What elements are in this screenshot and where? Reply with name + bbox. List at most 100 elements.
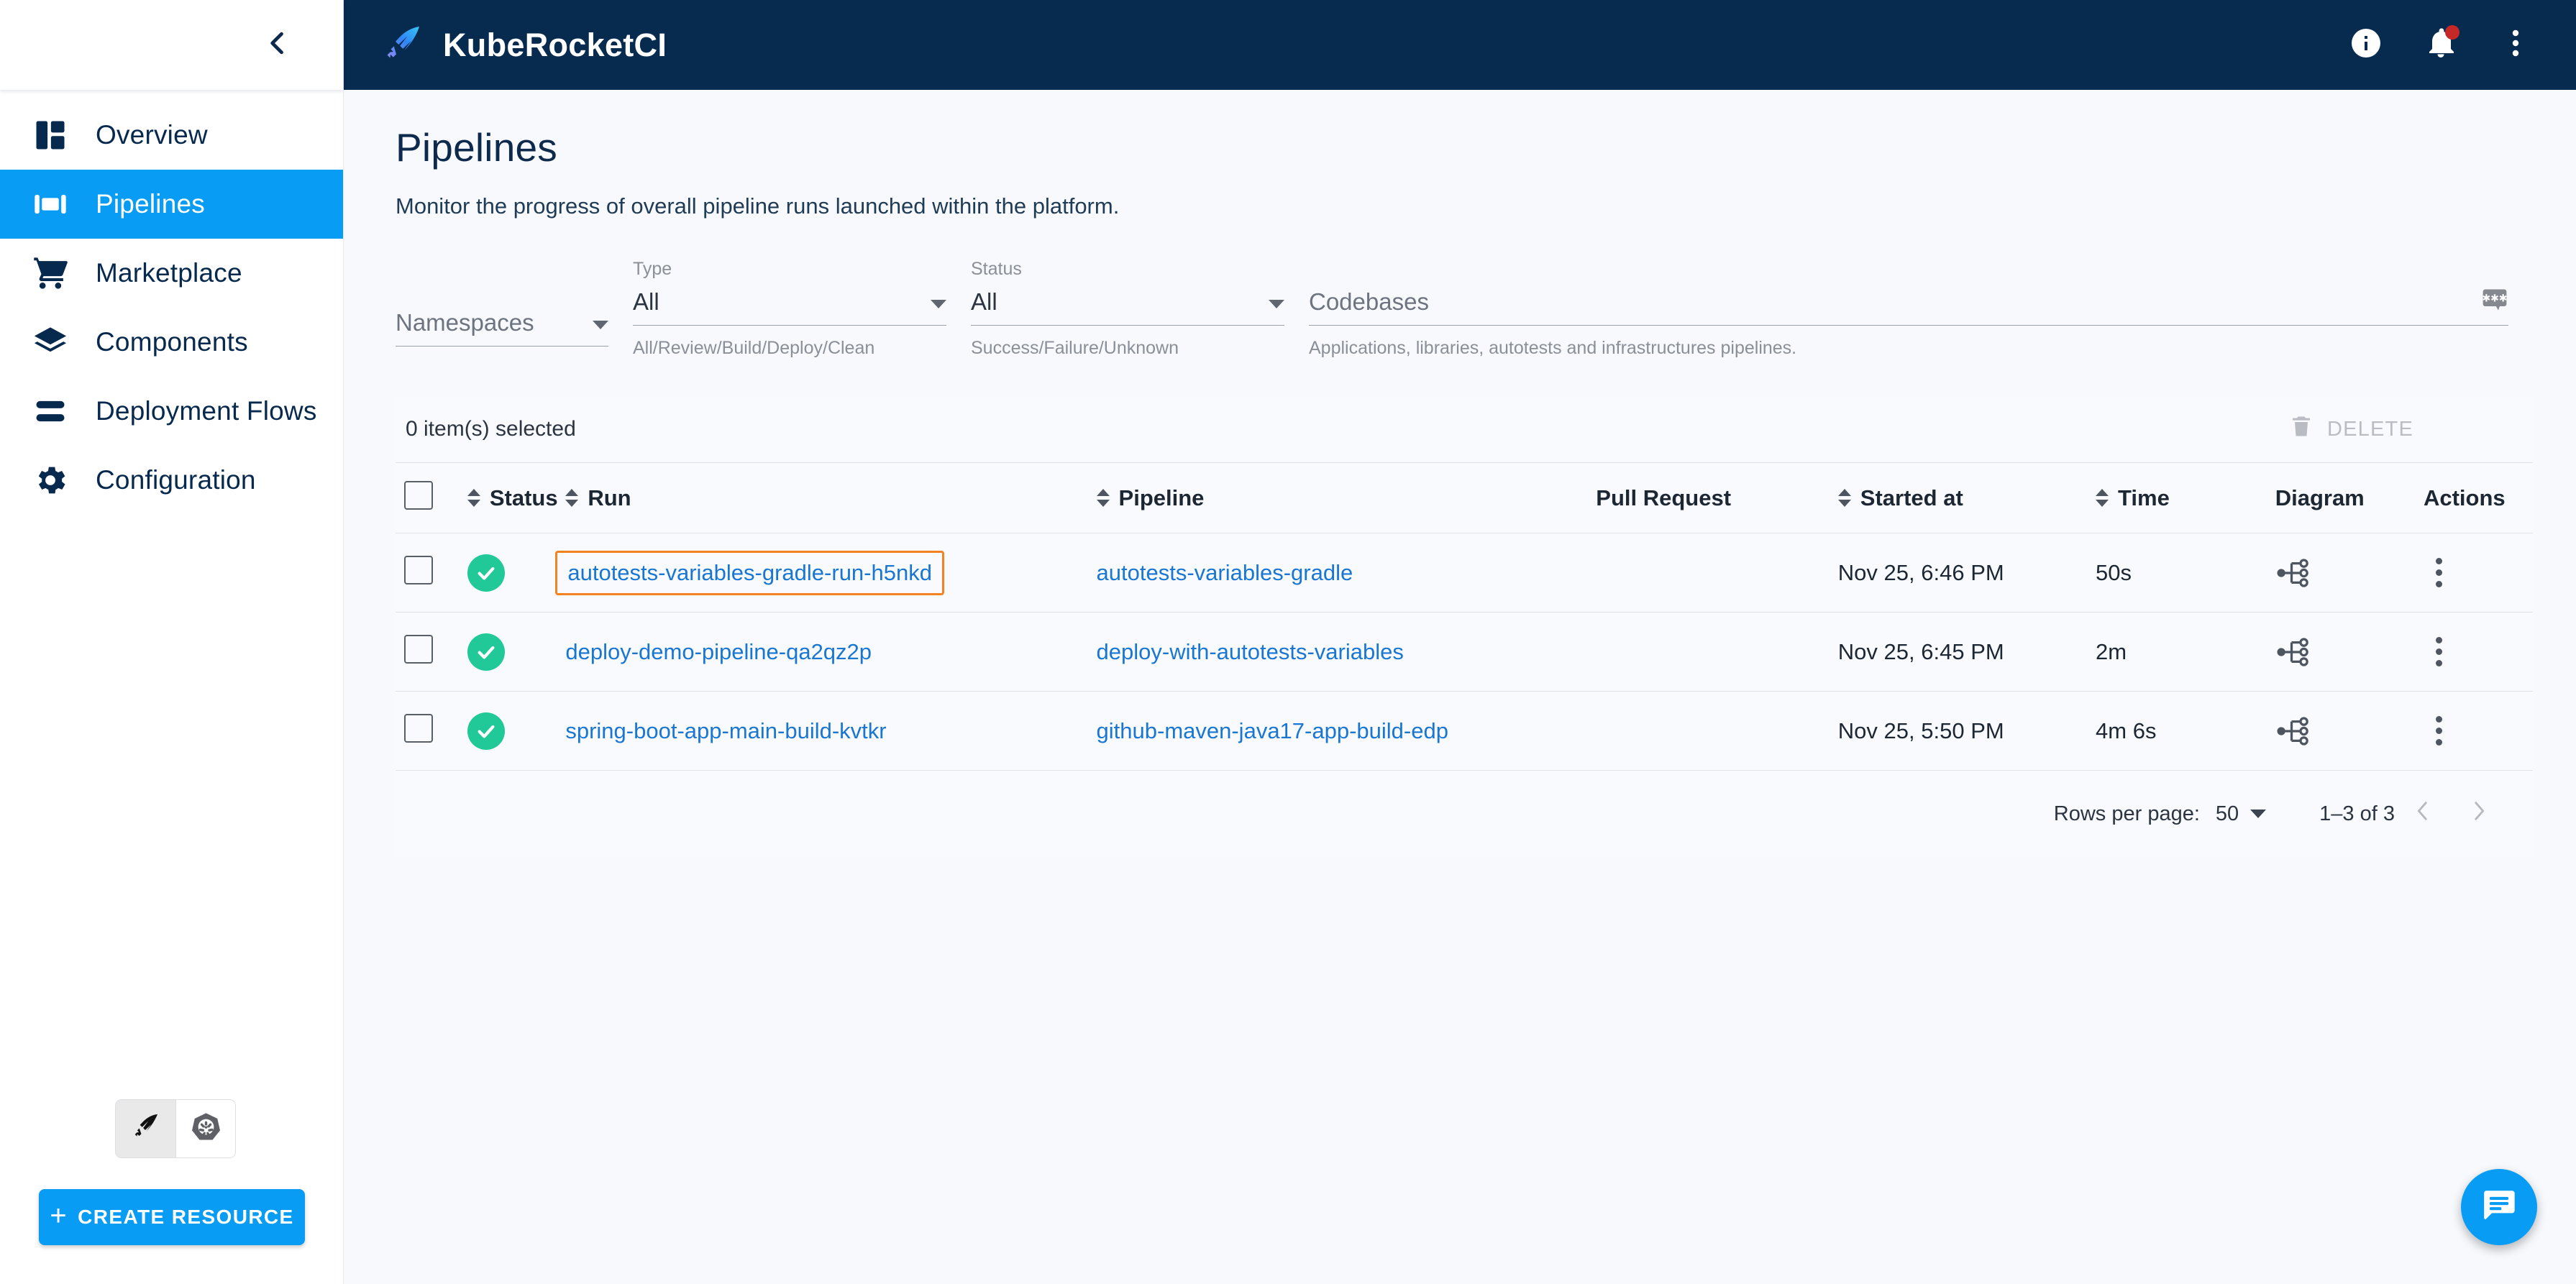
create-resource-button[interactable]: + CREATE RESOURCE (39, 1189, 305, 1245)
delete-button[interactable]: DELETE (2288, 413, 2521, 446)
row-time-cell: 4m 6s (2096, 692, 2275, 771)
sidebar-item-label: Pipelines (96, 189, 205, 219)
row-actions-button[interactable] (2424, 558, 2455, 587)
chat-fab-button[interactable] (2461, 1169, 2537, 1245)
dashboard-icon (16, 101, 85, 170)
check-circle-icon (467, 712, 505, 750)
pagination-prev-button[interactable] (2395, 786, 2451, 842)
select-all-checkbox[interactable] (404, 481, 433, 510)
chevron-right-icon (2467, 799, 2491, 829)
pagination-next-button[interactable] (2451, 786, 2507, 842)
notifications-button[interactable] (2421, 25, 2461, 65)
filter-control[interactable]: All (971, 281, 1284, 326)
row-pull-request-cell (1596, 613, 1838, 692)
filter-help: Applications, libraries, autotests and i… (1309, 338, 2508, 359)
column-header-time[interactable]: Time (2096, 463, 2275, 533)
sidebar-collapse-button[interactable] (252, 20, 303, 70)
comment-asterisk-icon[interactable]: ✱✱✱ (2481, 288, 2508, 313)
sidebar-item-label: Configuration (96, 465, 256, 495)
sidebar-item-marketplace[interactable]: Marketplace (0, 239, 343, 308)
filter-status[interactable]: Status All Success/Failure/Unknown (971, 257, 1309, 359)
view-mode-krci-button[interactable] (116, 1100, 175, 1157)
sidebar-item-components[interactable]: Components (0, 308, 343, 377)
table-pagination: Rows per page: 50 1–3 of 3 (396, 771, 2533, 857)
filter-codebases[interactable]: Codebases ✱✱✱ Applications, libraries, a… (1309, 257, 2533, 359)
filter-label (396, 278, 608, 302)
row-started-at-cell: Nov 25, 6:45 PM (1838, 613, 2096, 692)
row-actions-cell (2424, 692, 2533, 771)
pipeline-link[interactable]: github-maven-java17-app-build-edp (1097, 718, 1448, 743)
info-button[interactable] (2346, 25, 2386, 65)
column-header-pipeline[interactable]: Pipeline (1097, 463, 1597, 533)
chat-icon (2480, 1187, 2518, 1228)
filter-value: Namespaces (396, 309, 534, 336)
row-checkbox[interactable] (404, 556, 433, 584)
column-header-pull-request: Pull Request (1596, 463, 1838, 533)
column-header-label: Run (588, 485, 631, 511)
filter-control[interactable]: All (633, 281, 946, 326)
account-tree-icon[interactable] (2275, 556, 2424, 590)
layers-icon (16, 308, 85, 377)
sort-icon[interactable] (467, 489, 480, 507)
pipeline-link[interactable]: deploy-with-autotests-variables (1097, 639, 1404, 664)
view-mode-toggle[interactable] (115, 1099, 236, 1158)
column-header-label: Pipeline (1119, 485, 1205, 511)
run-link[interactable]: spring-boot-app-main-build-kvtkr (565, 718, 886, 743)
sort-icon[interactable] (1838, 489, 1851, 507)
row-actions-button[interactable] (2424, 716, 2455, 746)
row-started-at-cell: Nov 25, 5:50 PM (1838, 692, 2096, 771)
check-circle-icon (467, 554, 505, 592)
row-checkbox[interactable] (404, 714, 433, 743)
run-link[interactable]: deploy-demo-pipeline-qa2qz2p (565, 639, 872, 664)
rows-per-page-value: 50 (2216, 802, 2239, 826)
pipelines-panel: 0 item(s) selected DELETE (396, 396, 2533, 857)
sort-icon[interactable] (565, 489, 578, 507)
brand[interactable]: KubeRocketCI (381, 24, 667, 67)
pipeline-link[interactable]: autotests-variables-gradle (1097, 560, 1353, 585)
notification-badge (2445, 25, 2459, 40)
more-vertical-icon (2498, 26, 2533, 64)
row-diagram-cell (2275, 692, 2424, 771)
row-status-cell (467, 533, 566, 613)
column-header-status[interactable]: Status (467, 463, 566, 533)
run-link[interactable]: autotests-variables-gradle-run-h5nkd (567, 560, 932, 585)
page-subtitle: Monitor the progress of overall pipeline… (396, 193, 2533, 219)
table-row: deploy-demo-pipeline-qa2qz2p deploy-with… (396, 613, 2533, 692)
column-header-label: Started at (1860, 485, 1963, 511)
sort-icon[interactable] (2096, 489, 2109, 507)
rows-per-page-select[interactable]: 50 (2216, 802, 2266, 826)
row-actions-cell (2424, 613, 2533, 692)
row-checkbox[interactable] (404, 635, 433, 664)
sidebar-item-deployment-flows[interactable]: Deployment Flows (0, 377, 343, 446)
row-pull-request-cell (1596, 533, 1838, 613)
row-pipeline-cell: github-maven-java17-app-build-edp (1097, 692, 1597, 771)
row-run-cell: spring-boot-app-main-build-kvtkr (565, 692, 1096, 771)
column-header-label: Diagram (2275, 485, 2365, 511)
row-actions-button[interactable] (2424, 637, 2455, 666)
table-row: spring-boot-app-main-build-kvtkr github-… (396, 692, 2533, 771)
row-diagram-cell (2275, 613, 2424, 692)
sidebar-item-label: Overview (96, 120, 208, 150)
column-header-label: Status (490, 485, 558, 511)
account-tree-icon[interactable] (2275, 636, 2424, 669)
filter-namespaces[interactable]: Namespaces (396, 278, 633, 359)
column-header-started-at[interactable]: Started at (1838, 463, 2096, 533)
account-tree-icon[interactable] (2275, 715, 2424, 748)
plus-icon: + (50, 1201, 68, 1230)
column-header-run[interactable]: Run (565, 463, 1096, 533)
row-checkbox-cell (396, 533, 467, 613)
filter-control[interactable]: Namespaces (396, 302, 608, 347)
filter-type[interactable]: Type All All/Review/Build/Deploy/Clean (633, 257, 971, 359)
header-overflow-button[interactable] (2495, 25, 2536, 65)
view-mode-kubernetes-button[interactable] (175, 1100, 235, 1157)
column-header-checkbox (396, 463, 467, 533)
cart-icon (16, 239, 85, 308)
sidebar-item-configuration[interactable]: Configuration (0, 446, 343, 515)
filter-control[interactable]: Codebases ✱✱✱ (1309, 281, 2508, 326)
rows-per-page-label: Rows per page: (2054, 802, 2200, 826)
chevron-left-icon (262, 27, 293, 63)
rocket-feather-icon (129, 1111, 162, 1147)
sidebar-item-pipelines[interactable]: Pipelines (0, 170, 343, 239)
sort-icon[interactable] (1097, 489, 1110, 507)
sidebar-item-overview[interactable]: Overview (0, 101, 343, 170)
